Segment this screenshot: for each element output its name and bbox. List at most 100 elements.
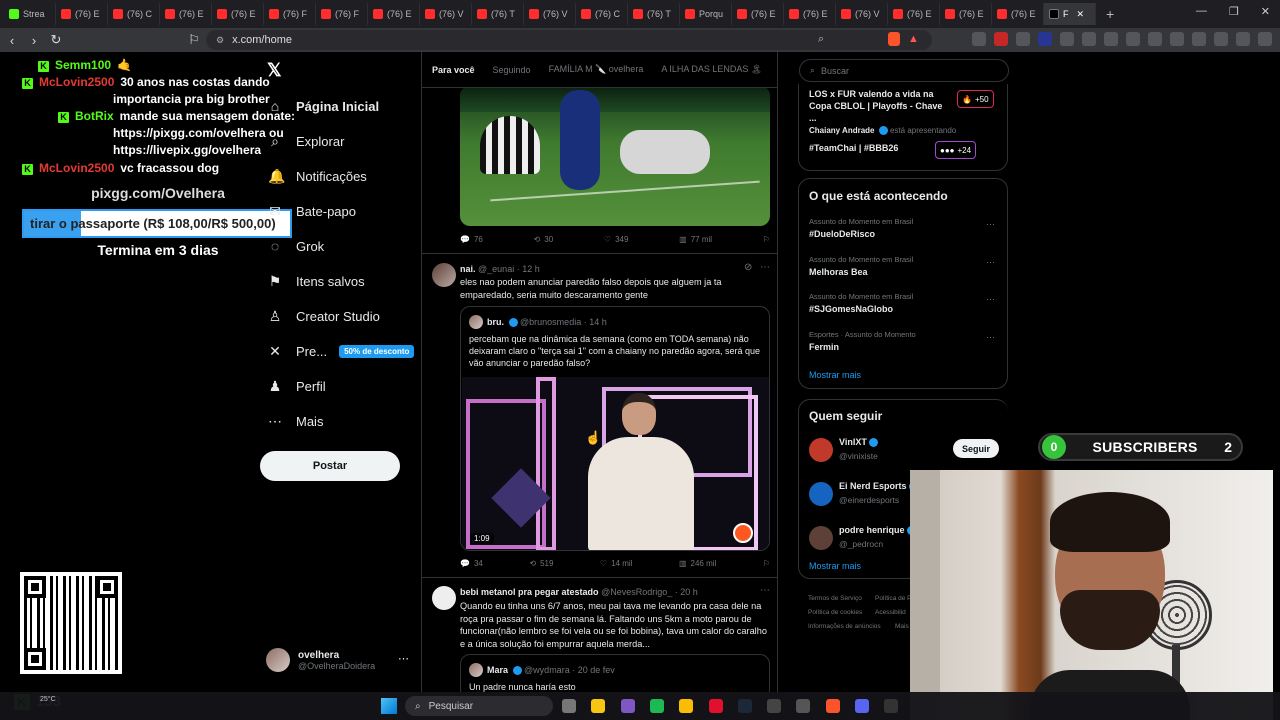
trend-more-icon[interactable]: ⋯ xyxy=(986,294,995,305)
extension-icon[interactable] xyxy=(994,32,1008,46)
browser-tab[interactable]: (76) C xyxy=(108,3,160,25)
site-info-icon[interactable]: ⚙ xyxy=(216,35,224,46)
trend-more-icon[interactable]: ⋯ xyxy=(986,219,995,230)
menu-icon[interactable] xyxy=(1258,32,1272,46)
footer-link[interactable]: Mais xyxy=(895,623,909,630)
browser-tab[interactable]: (76) E xyxy=(368,3,420,25)
reload-icon[interactable]: ↻ xyxy=(46,32,66,48)
opera-icon[interactable] xyxy=(708,699,723,713)
avatar[interactable] xyxy=(809,438,833,462)
vpn-icon[interactable] xyxy=(1236,32,1250,46)
reply-button[interactable]: 💬 34 xyxy=(460,559,483,568)
trend-name[interactable]: Fermin xyxy=(809,342,839,352)
weather-widget[interactable]: 25°C xyxy=(40,696,56,703)
nav-item[interactable]: ♙ Creator Studio xyxy=(268,308,380,325)
file-explorer-icon[interactable] xyxy=(591,699,606,713)
account-switcher[interactable]: ovelhera @OvelheraDoidera xyxy=(266,648,375,672)
taskbar-search[interactable]: ⌕ Pesquisar xyxy=(405,696,553,716)
discord-icon[interactable] xyxy=(855,699,869,713)
maximize-icon[interactable]: ❐ xyxy=(1229,5,1239,18)
leo-icon[interactable] xyxy=(1214,32,1228,46)
post-more-icon[interactable]: ⋯ xyxy=(760,585,770,596)
browser-tab[interactable]: (76) V xyxy=(836,3,888,25)
footer-link[interactable]: Acessibilid xyxy=(875,609,906,616)
nav-item[interactable]: ✉ Bate-papo xyxy=(268,203,356,220)
nav-item[interactable]: ⋯ Mais xyxy=(268,413,323,430)
follow-button[interactable]: Seguir xyxy=(953,439,999,458)
follow-name[interactable]: Ei Nerd Esports xyxy=(839,481,918,492)
zoom-icon[interactable]: ⌕ xyxy=(818,33,824,46)
browser-tab[interactable]: (76) C xyxy=(576,3,628,25)
nav-item[interactable]: ⌕ Explorar xyxy=(268,133,344,150)
screenshot-icon[interactable] xyxy=(1126,32,1140,46)
follow-name[interactable]: VinIXT xyxy=(839,437,878,448)
footer-link[interactable]: Política de P xyxy=(875,595,912,602)
trend-name[interactable]: Melhoras Bea xyxy=(809,267,868,277)
footer-link[interactable]: Política de cookies xyxy=(808,609,862,616)
browser-tab[interactable]: (76) T xyxy=(472,3,524,25)
media-icon[interactable] xyxy=(1148,32,1162,46)
video-player[interactable]: 1:09 xyxy=(462,377,769,550)
browser-tab[interactable]: (76) F xyxy=(316,3,368,25)
extension-icon[interactable] xyxy=(1060,32,1074,46)
avatar[interactable] xyxy=(432,586,456,610)
extension-icon[interactable] xyxy=(972,32,986,46)
x-logo-icon[interactable]: 𝕏 xyxy=(267,60,282,81)
account-more-icon[interactable]: ⋯ xyxy=(398,652,409,665)
browser-tab[interactable]: (76) E xyxy=(56,3,108,25)
discount-badge[interactable]: 50% de desconto xyxy=(339,345,415,358)
browser-tab[interactable]: (76) V xyxy=(524,3,576,25)
avatar[interactable] xyxy=(432,263,456,287)
quoted-post[interactable]: bru. @brunosmedia · 14 h percebam que na… xyxy=(460,306,770,551)
footer-link[interactable]: Termos de Serviço xyxy=(808,595,862,602)
browser-tab[interactable]: (76) E xyxy=(784,3,836,25)
follow-name[interactable]: podre henrique xyxy=(839,525,916,536)
feed-tab[interactable]: Seguindo xyxy=(493,65,531,75)
post-more-icon[interactable]: ⋯ xyxy=(760,262,770,273)
show-more-link[interactable]: Mostrar mais xyxy=(809,370,861,380)
chrome-icon[interactable] xyxy=(679,699,694,713)
wallet-icon[interactable] xyxy=(1192,32,1206,46)
nav-item[interactable]: 🔔 Notificações xyxy=(268,168,367,185)
browser-tab[interactable]: (76) E xyxy=(160,3,212,25)
browser-tab[interactable]: (76) F xyxy=(264,3,316,25)
browser-tab[interactable]: (76) E xyxy=(888,3,940,25)
nav-item[interactable]: ♟ Perfil xyxy=(268,378,326,395)
brave-icon[interactable] xyxy=(825,699,840,713)
extension-icon[interactable] xyxy=(1038,32,1052,46)
show-more-link[interactable]: Mostrar mais xyxy=(809,561,861,571)
nav-item[interactable]: ⌂ Página Inicial xyxy=(268,98,379,114)
arrow-app-icon[interactable] xyxy=(796,699,811,713)
views-button[interactable]: ▥ 77 mil xyxy=(679,235,712,244)
live-listeners-badge[interactable]: ●●● +24 xyxy=(935,141,977,159)
live-listeners-badge[interactable]: 🔥 +50 xyxy=(957,90,994,108)
brave-shields-icon[interactable] xyxy=(888,32,900,46)
avatar[interactable] xyxy=(809,526,833,550)
feed-tab[interactable]: A ILHA DAS LENDAS 🏝 xyxy=(661,64,762,75)
new-tab-icon[interactable]: + xyxy=(1106,6,1114,22)
steam-icon[interactable] xyxy=(737,699,752,713)
bookmark-icon[interactable]: ⚐ xyxy=(763,235,770,244)
browser-tab[interactable]: Strea xyxy=(4,3,56,25)
feed-tab[interactable]: Para você xyxy=(432,65,475,75)
post-button[interactable]: Postar xyxy=(260,451,400,481)
views-button[interactable]: ▥ 246 mil xyxy=(679,559,716,568)
close-window-icon[interactable]: ✕ xyxy=(1261,5,1270,18)
calendar-app-icon[interactable] xyxy=(620,699,635,713)
trend-more-icon[interactable]: ⋯ xyxy=(986,332,995,343)
extension-icon[interactable] xyxy=(1016,32,1030,46)
browser-tab[interactable]: (76) E xyxy=(940,3,992,25)
forward-icon[interactable]: › xyxy=(24,33,44,48)
obs-icon[interactable] xyxy=(767,699,782,713)
sidebar-icon[interactable] xyxy=(1170,32,1184,46)
browser-tab[interactable]: (76) E xyxy=(732,3,784,25)
task-view-icon[interactable] xyxy=(562,699,576,713)
avatar[interactable] xyxy=(809,482,833,506)
epic-games-icon[interactable] xyxy=(884,699,899,713)
bookmark-page-icon[interactable]: ⚐ xyxy=(184,32,204,48)
brave-rewards-icon[interactable]: ▲ xyxy=(908,33,919,45)
trend-name[interactable]: #SJGomesNaGlobo xyxy=(809,304,893,314)
live-title[interactable]: #TeamChai | #BBB26 xyxy=(809,143,898,153)
browser-tab[interactable]: (76) T xyxy=(628,3,680,25)
back-icon[interactable]: ‹ xyxy=(2,33,22,48)
